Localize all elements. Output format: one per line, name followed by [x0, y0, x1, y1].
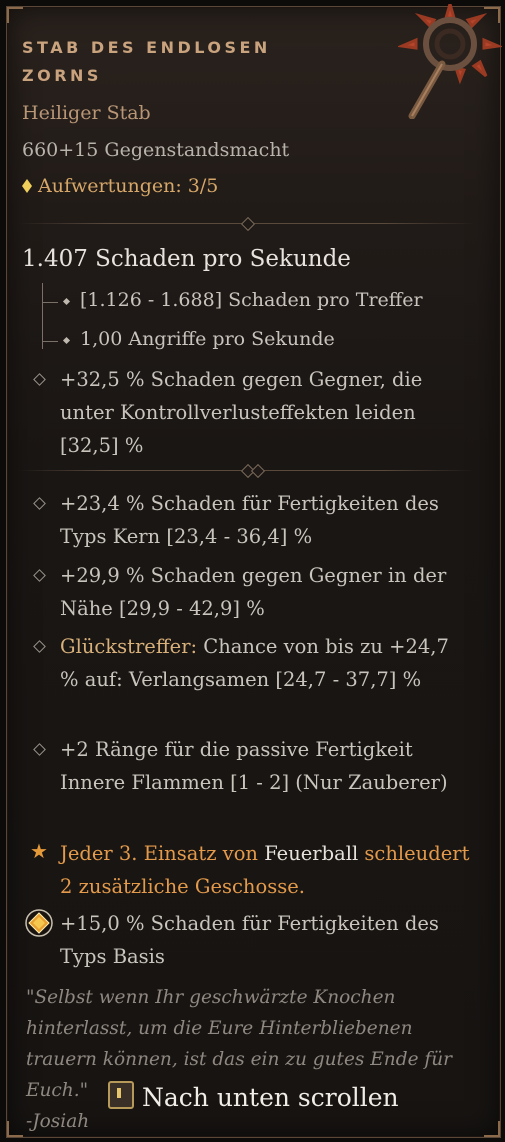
frame-corner: [484, 1121, 500, 1137]
rank-affix: +2 Ränge für die passive Fertigkeit Inne…: [60, 738, 448, 794]
legendary-text-1: Jeder 3. Einsatz von: [60, 842, 265, 865]
gem-affix: +15,0 % Schaden für Fertigkeiten des Typ…: [60, 912, 439, 968]
lucky-hit-label: Glückstreffer:: [60, 635, 198, 658]
legendary-skill: Feuerball: [264, 842, 359, 865]
attacks-per-second: 1,00 Angriffe pro Sekunde: [80, 328, 335, 350]
legendary-aspect: Jeder 3. Einsatz von Feuerball schleuder…: [60, 837, 470, 903]
damage-per-hit: [1.126 - 1.688] Schaden pro Treffer: [80, 289, 423, 311]
tree-branch: [42, 302, 58, 303]
upgrade-diamond-icon: [22, 179, 32, 193]
flavor-text: "Selbst wenn Ihr geschwärzte Knochen hin…: [26, 982, 476, 1137]
tree-branch: [42, 341, 58, 342]
tree-connector: [42, 283, 55, 349]
affix-line: +23,4 % Schaden für Fertigkeiten des Typ…: [60, 492, 439, 548]
section-divider: [18, 216, 475, 232]
upgrade-label: Aufwertungen: 3/5: [38, 175, 219, 197]
scroll-label: Nach unten scrollen: [142, 1083, 399, 1112]
upgrade-count: Aufwertungen: 3/5: [22, 175, 218, 197]
dps-value: 1.407 Schaden pro Sekunde: [22, 246, 351, 272]
section-divider: [18, 463, 475, 479]
staff-icon: [398, 4, 502, 119]
implicit-affix: +32,5 % Schaden gegen Gegner, die unter …: [60, 368, 423, 457]
legendary-star-icon: ★: [30, 839, 48, 863]
affix-line: +29,9 % Schaden gegen Gegner in der Nähe…: [60, 564, 447, 620]
gem-socket-icon: [25, 909, 53, 937]
frame-corner: [7, 7, 23, 23]
frame-corner: [7, 1121, 23, 1137]
scroll-down-hint[interactable]: Nach unten scrollen: [108, 1081, 399, 1112]
item-power: 660+15 Gegenstandsmacht: [22, 139, 290, 161]
item-name: STAB DES ENDLOSEN ZORNS: [22, 38, 271, 85]
lucky-hit-affix: Glückstreffer: Chance von bis zu +24,7 %…: [60, 630, 470, 696]
item-type: Heiliger Stab: [22, 102, 151, 124]
scroll-key-icon: [108, 1081, 134, 1109]
